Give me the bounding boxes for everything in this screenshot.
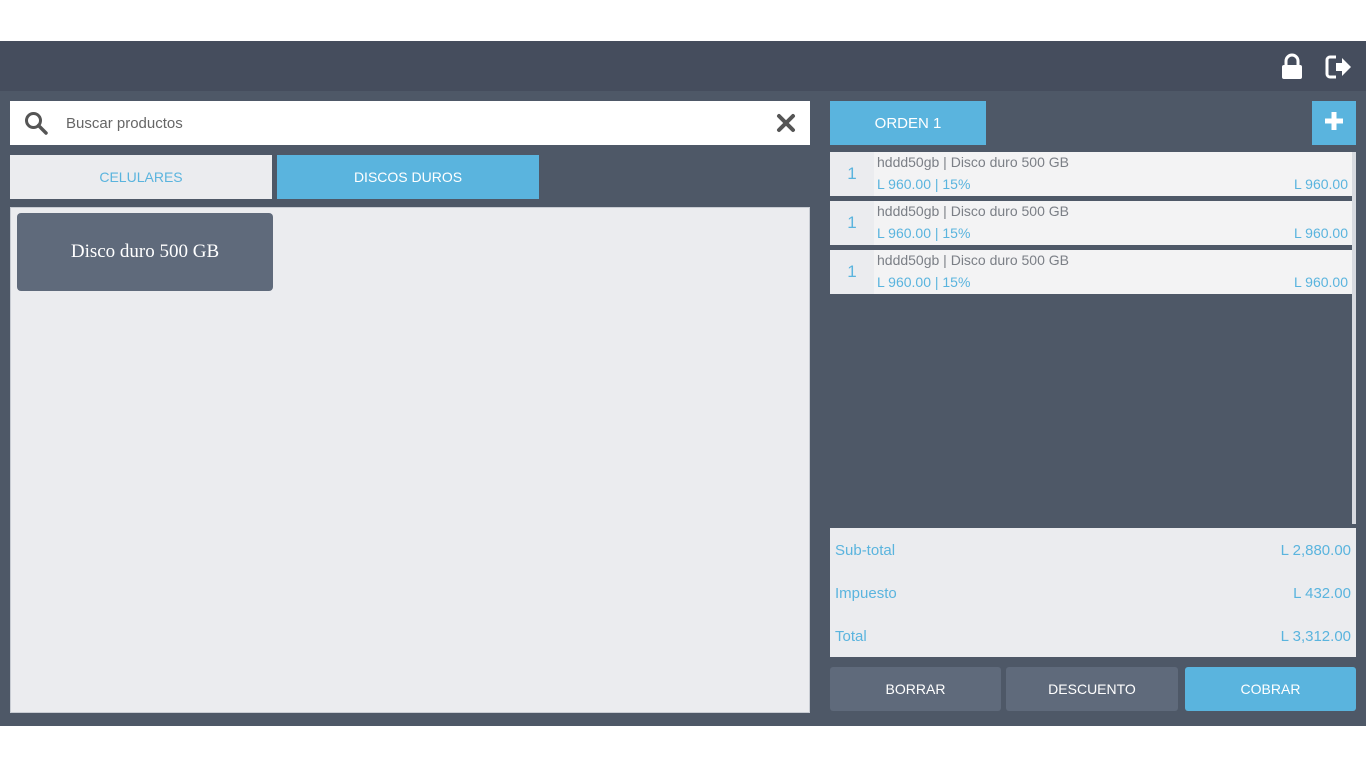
- category-tab-celulares[interactable]: CELULARES: [10, 155, 272, 199]
- product-card[interactable]: Disco duro 500 GB: [17, 213, 273, 291]
- top-bar: [0, 41, 1366, 91]
- product-grid: Disco duro 500 GB: [10, 207, 810, 713]
- subtotal-value: L 2,880.00: [1280, 542, 1351, 559]
- tax-row: Impuesto L 432.00: [830, 571, 1356, 614]
- total-row: Total L 3,312.00: [830, 614, 1356, 657]
- category-tab-discos-duros[interactable]: DISCOS DUROS: [277, 155, 539, 199]
- add-order-button[interactable]: [1312, 101, 1356, 145]
- order-line-item[interactable]: 1 hddd50gb | Disco duro 500 GB L 960.00 …: [830, 250, 1352, 294]
- line-quantity[interactable]: 1: [830, 152, 874, 196]
- pos-app: CELULARES DISCOS DUROS Disco duro 500 GB…: [0, 41, 1366, 726]
- line-total: L 960.00: [1294, 176, 1348, 192]
- line-unit-price: L 960.00 | 15%: [877, 225, 971, 241]
- lock-icon[interactable]: [1278, 53, 1306, 81]
- clear-search-icon[interactable]: [774, 111, 798, 135]
- logout-icon[interactable]: [1324, 53, 1352, 81]
- line-total: L 960.00: [1294, 274, 1348, 290]
- totals-panel: Sub-total L 2,880.00 Impuesto L 432.00 T…: [830, 528, 1356, 657]
- line-quantity[interactable]: 1: [830, 250, 874, 294]
- line-unit-price: L 960.00 | 15%: [877, 274, 971, 290]
- line-description: hddd50gb | Disco duro 500 GB: [877, 252, 1069, 268]
- order-line-item[interactable]: 1 hddd50gb | Disco duro 500 GB L 960.00 …: [830, 152, 1352, 196]
- line-unit-price: L 960.00 | 15%: [877, 176, 971, 192]
- charge-button[interactable]: COBRAR: [1185, 667, 1356, 711]
- order-tab[interactable]: ORDEN 1: [830, 101, 986, 145]
- subtotal-label: Sub-total: [835, 542, 896, 559]
- subtotal-row: Sub-total L 2,880.00: [830, 528, 1356, 571]
- line-description: hddd50gb | Disco duro 500 GB: [877, 203, 1069, 219]
- search-input[interactable]: [66, 109, 756, 137]
- total-label: Total: [835, 628, 867, 645]
- search-bar: [10, 101, 810, 145]
- order-line-item[interactable]: 1 hddd50gb | Disco duro 500 GB L 960.00 …: [830, 201, 1352, 245]
- tax-value: L 432.00: [1293, 585, 1351, 602]
- discount-button[interactable]: DESCUENTO: [1006, 667, 1178, 711]
- clear-order-button[interactable]: BORRAR: [830, 667, 1001, 711]
- line-quantity[interactable]: 1: [830, 201, 874, 245]
- tax-label: Impuesto: [835, 585, 897, 602]
- line-total: L 960.00: [1294, 225, 1348, 241]
- order-items-list: 1 hddd50gb | Disco duro 500 GB L 960.00 …: [830, 152, 1356, 524]
- plus-icon: [1323, 110, 1345, 137]
- order-list-scrollbar[interactable]: [1352, 152, 1356, 524]
- total-value: L 3,312.00: [1280, 628, 1351, 645]
- search-icon: [24, 111, 48, 135]
- line-description: hddd50gb | Disco duro 500 GB: [877, 154, 1069, 170]
